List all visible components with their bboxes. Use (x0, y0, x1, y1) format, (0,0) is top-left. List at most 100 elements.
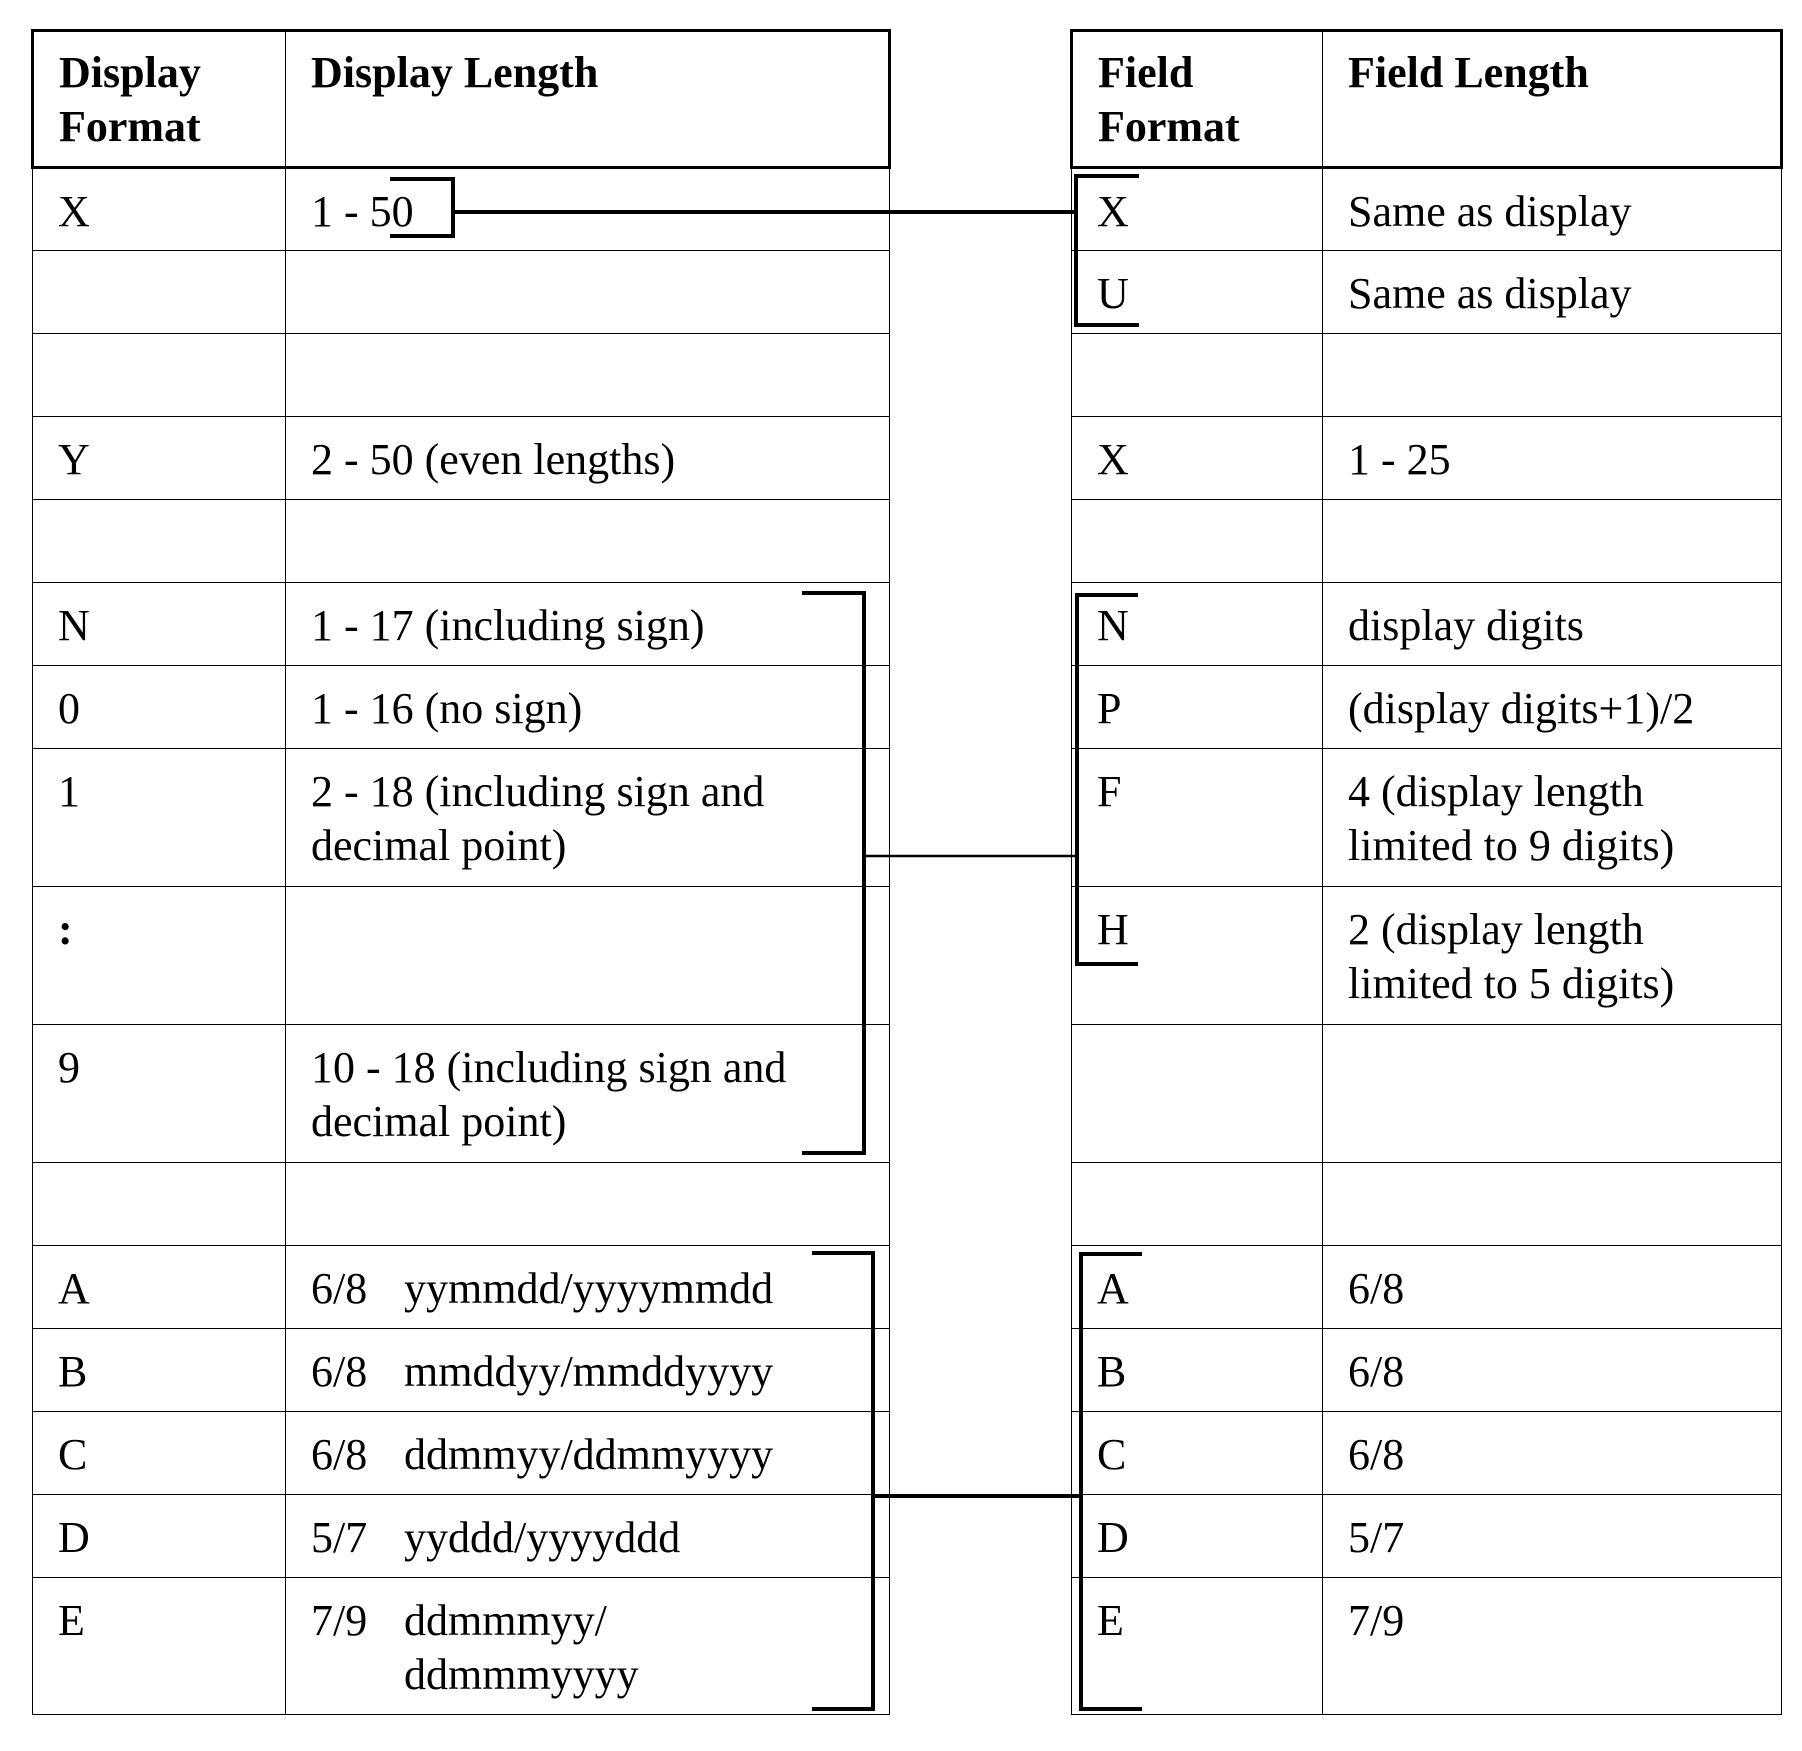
format-cell: A (1071, 1245, 1323, 1329)
length-cell: 1 - 17 (including sign) (285, 582, 890, 666)
table-row (32, 499, 890, 583)
format-cell: U (1071, 250, 1323, 334)
format-cell: X (1071, 167, 1323, 251)
format-cell: A (32, 1245, 286, 1329)
length-cell (1322, 333, 1782, 417)
table-row: N1 - 17 (including sign) (32, 582, 890, 666)
length-cell (285, 886, 890, 1025)
length-cell: 2 (display length limited to 5 digits) (1322, 886, 1782, 1025)
table-header-row: Display Format Display Length (31, 29, 891, 169)
format-cell: N (32, 582, 286, 666)
format-cell: Y (32, 416, 286, 500)
format-mapping-document: Display Format Display Length X1 - 50 Y2… (0, 0, 1802, 1751)
table-row: C 6/8 ddmmyy/ddmmyyyy (32, 1411, 890, 1495)
length-cell (285, 333, 890, 417)
table-row (1071, 333, 1782, 417)
length-cell: Same as display (1322, 250, 1782, 334)
length-cell: 5/7 (1322, 1494, 1782, 1578)
length-cell (285, 1162, 890, 1246)
table-row (32, 333, 890, 417)
format-cell (32, 250, 286, 334)
format-cell (1071, 333, 1323, 417)
column-header-display-length: Display Length (285, 29, 891, 169)
format-cell: X (32, 167, 286, 251)
date-pattern: mmddyy/mmddyyyy (404, 1347, 774, 1396)
format-cell: : (32, 886, 286, 1025)
format-cell: N (1071, 582, 1323, 666)
length-cell: Same as display (1322, 167, 1782, 251)
length-cell: 7/9 (1322, 1577, 1782, 1715)
format-cell: H (1071, 886, 1323, 1025)
format-cell: D (1071, 1494, 1323, 1578)
table-row: : (32, 886, 890, 1025)
column-header-field-length: Field Length (1322, 29, 1783, 169)
display-format-table: Display Format Display Length X1 - 50 Y2… (31, 29, 891, 1715)
length-cell: 6/8 (1322, 1411, 1782, 1495)
format-cell: P (1071, 665, 1323, 749)
format-cell: D (32, 1494, 286, 1578)
table-row: B 6/8 (1071, 1328, 1782, 1412)
table-row (1071, 1024, 1782, 1163)
table-row: 9 10 - 18 (including sign and decimal poi… (32, 1024, 890, 1163)
table-row: 01 - 16 (no sign) (32, 665, 890, 749)
date-pattern: ddmmyy/ddmmyyyy (404, 1430, 774, 1479)
format-cell (32, 1162, 286, 1246)
length-value: 5/7 (311, 1513, 368, 1562)
date-pattern: yymmdd/yyyymmdd (404, 1264, 774, 1313)
table-row: E 7/9 ddmmmyy/ ddmmmyyyy (32, 1577, 890, 1715)
table-row: Ndisplay digits (1071, 582, 1782, 666)
table-row: D 5/7 yyddd/yyyyddd (32, 1494, 890, 1578)
table-row: X1 - 25 (1071, 416, 1782, 500)
table-row: D 5/7 (1071, 1494, 1782, 1578)
length-cell: 1 - 50 (285, 167, 890, 251)
length-cell: 6/8 (1322, 1245, 1782, 1329)
table-row: P (display digits+1)/2 (1071, 665, 1782, 749)
table-row: B 6/8 mmddyy/mmddyyyy (32, 1328, 890, 1412)
table-row (32, 250, 890, 334)
table-row: X Same as display (1071, 167, 1782, 251)
length-cell: 4 (display length limited to 9 digits) (1322, 748, 1782, 887)
length-cell (285, 499, 890, 583)
table-row (1071, 499, 1782, 583)
length-cell: 6/8 yymmdd/yyyymmdd (285, 1245, 890, 1329)
length-value: 6/8 (311, 1347, 368, 1396)
length-cell: 1 - 16 (no sign) (285, 665, 890, 749)
table-row: H2 (display length limited to 5 digits) (1071, 886, 1782, 1025)
length-cell (1322, 1162, 1782, 1246)
table-row: 12 - 18 (including sign and decimal poin… (32, 748, 890, 887)
table-row (1071, 1162, 1782, 1246)
format-cell: B (32, 1328, 286, 1412)
format-cell: 1 (32, 748, 286, 887)
format-cell: F (1071, 748, 1323, 887)
field-format-table: Field Format Field Length X Same as displ… (1070, 29, 1783, 1715)
table-row: U Same as display (1071, 250, 1782, 334)
length-cell: 6/8 ddmmyy/ddmmyyyy (285, 1411, 890, 1495)
length-cell: 10 - 18 (including sign and decimal poin… (285, 1024, 890, 1163)
table-row: A 6/8 (1071, 1245, 1782, 1329)
length-cell (1322, 1024, 1782, 1163)
format-cell: E (32, 1577, 286, 1715)
table-row: Y2 - 50 (even lengths) (32, 416, 890, 500)
table-row: A 6/8 yymmdd/yyyymmdd (32, 1245, 890, 1329)
length-cell: 2 - 18 (including sign and decimal point… (285, 748, 890, 887)
column-header-display-format: Display Format (31, 29, 286, 169)
date-pattern: yyddd/yyyyddd (404, 1513, 681, 1562)
format-cell: B (1071, 1328, 1323, 1412)
length-cell: (display digits+1)/2 (1322, 665, 1782, 749)
length-cell: 7/9 ddmmmyy/ ddmmmyyyy (285, 1577, 890, 1715)
format-cell: E (1071, 1577, 1323, 1715)
format-cell (1071, 1024, 1323, 1163)
format-cell: C (32, 1411, 286, 1495)
format-cell (32, 499, 286, 583)
column-header-field-format: Field Format (1070, 29, 1323, 169)
format-cell: 9 (32, 1024, 286, 1163)
length-value: 7/9 (311, 1596, 368, 1645)
format-cell (1071, 499, 1323, 583)
date-pattern: ddmmmyy/ ddmmmyyyy (404, 1596, 639, 1699)
table-row: E 7/9 (1071, 1577, 1782, 1715)
table-row: X1 - 50 (32, 167, 890, 251)
length-cell: 1 - 25 (1322, 416, 1782, 500)
length-cell (1322, 499, 1782, 583)
format-cell: X (1071, 416, 1323, 500)
format-cell (32, 333, 286, 417)
